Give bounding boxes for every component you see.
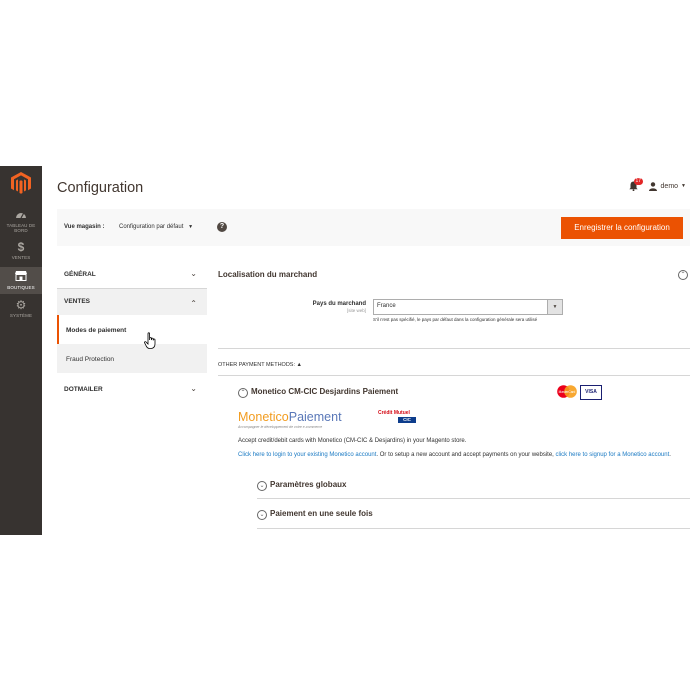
help-icon[interactable]: ? [217,222,227,232]
nav-item-stores[interactable]: BOUTIQUES [0,267,42,294]
caret-down-icon: ▼ [681,183,686,189]
store-view-switcher[interactable]: Configuration par défaut ▼ [119,224,193,230]
save-config-button[interactable]: Enregistrer la configuration [561,217,683,239]
mastercard-icon: MasterCard [556,385,578,398]
store-icon [0,270,42,284]
subsection-divider [257,498,690,499]
gear-icon: ⚙ [15,298,27,312]
magento-admin: TABLEAU DE BORD $ VENTES BOUTIQUES ⚙ SYS… [0,166,700,535]
expand-down-icon[interactable]: ⌄ [257,481,267,491]
page-title: Configuration [57,180,144,196]
nav-label-sales: VENTES [11,255,31,260]
merchant-country-note: S'il n'est pas spécifié, le pays par déf… [373,317,538,322]
section-title-merchant-location[interactable]: Localisation du marchand [218,270,317,279]
monetico-logo-text: Monetico [238,410,289,424]
login-link[interactable]: Click here to login to your existing Mon… [238,452,376,458]
credit-mutuel-text: Crédit Mutuel [378,410,410,416]
section-divider [218,375,690,376]
caret-down-icon: ▼ [547,300,562,314]
tab-group-sales[interactable]: VENTES ⌃ [57,289,207,315]
nav-item-sales[interactable]: $ VENTES [0,240,42,262]
expand-down-icon[interactable]: ⌄ [257,510,267,520]
collapse-up-icon[interactable]: ⌃ [678,270,688,280]
svg-text:MasterCard: MasterCard [559,390,576,394]
store-switcher-bar: Vue magasin : Configuration par défaut ▼… [57,209,690,246]
collapse-up-icon[interactable]: ⌃ [238,388,248,398]
caret-down-icon: ▼ [188,224,194,230]
magento-logo-icon[interactable] [11,172,31,194]
monetico-logo: MoneticoPaiement Accompagner le développ… [238,408,342,429]
tab-item-label: Fraud Protection [66,356,115,363]
nav-item-dashboard[interactable]: TABLEAU DE BORD [0,208,42,238]
admin-sidebar: TABLEAU DE BORD $ VENTES BOUTIQUES ⚙ SYS… [0,166,42,535]
account-text-end: . [669,452,671,458]
cic-text: CIC [398,417,416,423]
tab-item-fraud-protection[interactable]: Fraud Protection [57,344,207,373]
monetico-account-text: Click here to login to your existing Mon… [238,451,688,460]
dollar-icon: $ [17,240,25,254]
notifications-button[interactable]: 17 [628,178,644,192]
monetico-tagline: Accompagner le développement de votre e-… [238,425,323,429]
tab-item-payment-methods[interactable]: Modes de paiement [57,315,207,344]
tab-group-label: GÉNÉRAL [64,271,96,278]
subsection-single-payment[interactable]: Paiement en une seule fois [270,509,373,518]
account-text-middle: . Or to setup a new account and accept p… [376,452,556,458]
nav-item-system[interactable]: ⚙ SYSTÈME [0,298,42,320]
monetico-section-title[interactable]: Monetico CM-CIC Desjardins Paiement [251,387,398,396]
card-logos: MasterCard VISA [556,385,602,400]
config-tabs: GÉNÉRAL ⌄ VENTES ⌃ Modes de paiement Fra… [57,262,207,403]
subsection-divider [257,528,690,529]
merchant-country-select[interactable]: France ▼ [373,299,563,315]
merchant-country-value: France [377,303,396,309]
nav-label-dashboard: TABLEAU DE BORD [6,223,36,233]
store-view-value: Configuration par défaut [119,224,184,230]
tab-group-dotmailer[interactable]: DOTMAILER ⌄ [57,377,207,403]
dashboard-icon [0,208,42,222]
nav-label-stores: BOUTIQUES [7,285,35,290]
chevron-down-icon: ⌄ [190,269,197,278]
visa-icon: VISA [580,385,602,400]
user-icon [648,181,657,191]
tab-group-label: DOTMAILER [64,386,103,393]
subsection-global-settings[interactable]: Paramètres globaux [270,480,346,489]
other-payment-methods-toggle[interactable]: OTHER PAYMENT METHODS: ▲ [218,362,302,368]
user-menu[interactable]: demo ▼ [648,181,686,191]
tab-group-general[interactable]: GÉNÉRAL ⌄ [57,262,207,289]
signup-link[interactable]: click here to signup for a Monetico acco… [556,452,670,458]
merchant-country-scope: [site web] [346,308,366,313]
nav-label-system: SYSTÈME [9,313,33,318]
tab-group-label: VENTES [64,298,91,305]
chevron-up-icon: ⌃ [190,299,197,308]
user-name: demo [660,182,679,190]
section-divider [218,348,690,349]
hand-cursor-icon [144,332,156,349]
merchant-country-label: Pays du marchand [312,301,366,307]
credit-mutuel-cic-logo: Crédit Mutuel CIC [378,410,416,423]
chevron-down-icon: ⌄ [190,384,197,393]
notification-count-badge: 17 [633,178,644,185]
header-actions: 17 demo ▼ [628,178,686,192]
store-view-label: Vue magasin : [64,224,105,230]
monetico-description: Accept credit/debit cards with Monetico … [238,438,467,444]
tab-item-label: Modes de paiement [66,327,127,334]
paiement-logo-text: Paiement [288,410,342,424]
